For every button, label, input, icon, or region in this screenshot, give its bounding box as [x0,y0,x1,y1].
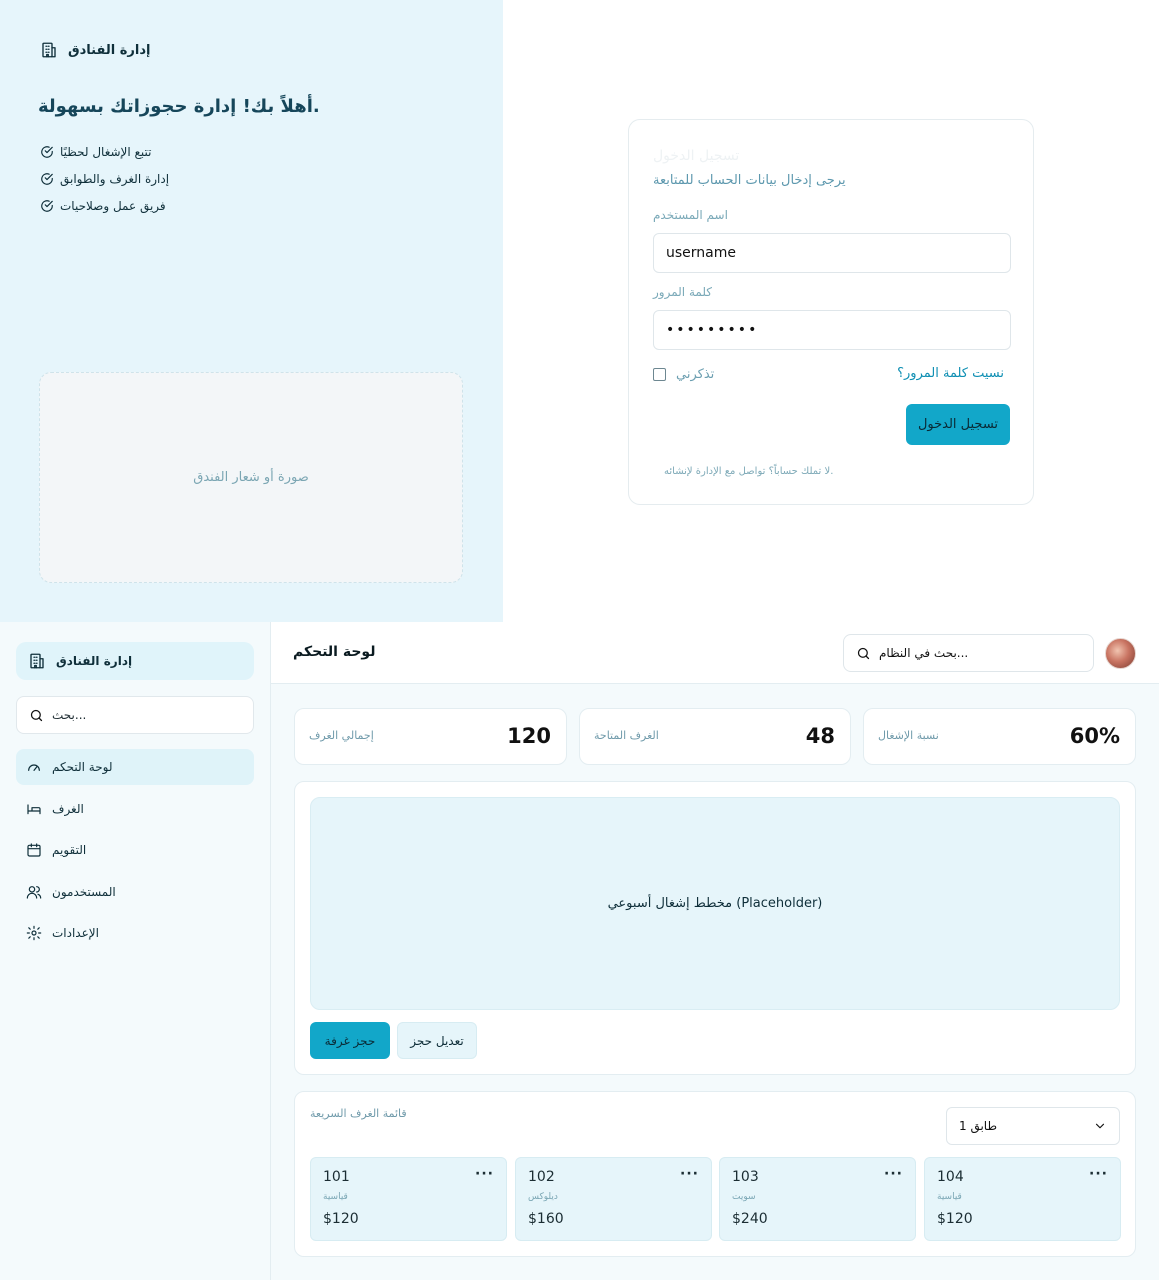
sidebar-item-rooms[interactable]: الغرف [16,791,254,827]
chevron-down-icon [1093,1119,1107,1133]
gauge-icon [26,759,42,775]
stat-card-available-rooms: الغرف المتاحة 48 [579,708,851,765]
room-number: 101 [323,1169,350,1185]
remember-me[interactable]: تذكرني [653,367,714,382]
sidebar-search-input[interactable]: بحث... [16,696,254,734]
username-label: اسم المستخدم [653,208,728,222]
room-type: سويت [732,1192,756,1202]
sidebar-item-settings[interactable]: الإعدادات [16,915,254,951]
remember-label: تذكرني [676,367,715,382]
feature-label: تتبع الإشغال لحظيًا [60,144,152,159]
users-icon [26,884,42,900]
login-brand-title: إدارة الفنادق [68,42,151,58]
stat-value: 120 [507,724,551,748]
room-card[interactable]: 104 ··· قياسية $120 [924,1157,1121,1241]
sidebar-search-placeholder: بحث... [52,708,87,722]
room-card[interactable]: 103 ··· سويت $240 [719,1157,916,1241]
room-number: 104 [937,1169,964,1185]
stat-label: إجمالي الغرف [309,729,374,742]
sidebar: إدارة الفنادق بحث... لوحة التحكم الغرف ا… [0,622,271,1280]
floor-select-value: طابق 1 [959,1119,998,1133]
login-brand: إدارة الفنادق [40,40,150,60]
sidebar-item-label: الغرف [52,801,84,816]
room-card[interactable]: 101 ··· قياسية $120 [310,1157,507,1241]
stat-value: 60% [1069,724,1120,748]
sidebar-brand-title: إدارة الفنادق [56,654,133,668]
quick-rooms-title: قائمة الغرف السريعة [310,1107,407,1120]
feature-label: إدارة الغرف والطوابق [60,171,170,186]
building-icon [28,652,46,670]
occupancy-chart-placeholder: مخطط إشغال أسبوعي (Placeholder) [310,797,1120,1010]
gear-icon [26,925,42,941]
sidebar-item-calendar[interactable]: التقويم [16,832,254,868]
global-search-input[interactable]: بحث في النظام... [843,634,1094,672]
sidebar-nav: لوحة التحكم الغرف التقويم المستخدمون الإ… [16,749,254,957]
login-hero-panel: إدارة الفنادق أهلاً بك! إدارة حجوزاتك بس… [0,0,503,622]
room-type: ديلوكس [528,1192,558,1202]
room-number: 102 [528,1169,555,1185]
check-circle-icon [40,145,54,159]
feature-item: تتبع الإشغال لحظيًا [40,138,169,165]
bed-icon [26,801,42,817]
stat-label: نسبة الإشغال [878,729,939,742]
room-price: $160 [528,1211,564,1227]
forgot-password-link[interactable]: نسيت كلمة المرور؟ [897,366,1004,381]
check-circle-icon [40,172,54,186]
room-price: $240 [732,1211,768,1227]
calendar-icon [26,842,42,858]
page-title: لوحة التحكم [293,644,376,660]
stat-card-total-rooms: إجمالي الغرف 120 [294,708,567,765]
remember-checkbox[interactable] [653,368,666,381]
book-room-button[interactable]: حجز غرفة [310,1022,390,1059]
password-label: كلمة المرور [653,285,713,299]
username-input[interactable] [653,233,1011,273]
edit-booking-button[interactable]: تعديل حجز [397,1022,477,1059]
search-icon [856,646,871,661]
sidebar-item-dashboard[interactable]: لوحة التحكم [16,749,254,785]
dashboard-main: لوحة التحكم بحث في النظام... إجمالي الغر… [271,622,1159,1280]
occupancy-chart-card: مخطط إشغال أسبوعي (Placeholder) حجز غرفة… [294,781,1136,1075]
more-options-icon[interactable]: ··· [884,1166,903,1182]
room-price: $120 [937,1211,973,1227]
room-type: قياسية [323,1192,348,1202]
login-button[interactable]: تسجيل الدخول [906,404,1010,445]
quick-rooms-card: قائمة الغرف السريعة طابق 1 101 ··· قياسي… [294,1091,1136,1257]
login-card: تسجيل الدخول يرجى إدخال بيانات الحساب لل… [628,119,1034,505]
stat-card-occupancy: نسبة الإشغال 60% [863,708,1136,765]
room-number: 103 [732,1169,759,1185]
sidebar-item-label: التقويم [52,843,87,857]
welcome-heading: أهلاً بك! إدارة حجوزاتك بسهولة. [38,96,320,117]
app-root: إدارة الفنادق أهلاً بك! إدارة حجوزاتك بس… [0,0,1159,1280]
room-card[interactable]: 102 ··· ديلوكس $160 [515,1157,712,1241]
stat-label: الغرف المتاحة [594,729,659,742]
more-options-icon[interactable]: ··· [680,1166,699,1182]
sidebar-item-label: المستخدمون [52,884,116,899]
sidebar-item-label: الإعدادات [52,926,99,940]
avatar[interactable] [1105,638,1136,669]
building-icon [40,41,58,59]
feature-item: فريق عمل وصلاحيات [40,192,169,219]
top-bar: لوحة التحكم بحث في النظام... [271,622,1159,684]
stat-value: 48 [805,724,835,748]
sidebar-item-users[interactable]: المستخدمون [16,874,254,910]
floor-select[interactable]: طابق 1 [946,1107,1120,1145]
sidebar-item-label: لوحة التحكم [52,760,113,774]
more-options-icon[interactable]: ··· [475,1166,494,1182]
check-circle-icon [40,199,54,213]
feature-list: تتبع الإشغال لحظيًا إدارة الغرف والطوابق… [40,138,169,219]
password-input[interactable] [653,310,1011,350]
feature-item: إدارة الغرف والطوابق [40,165,169,192]
room-price: $120 [323,1211,359,1227]
more-options-icon[interactable]: ··· [1089,1166,1108,1182]
login-footer-note: لا تملك حساباً؟ تواصل مع الإدارة لإنشائه… [664,466,834,477]
room-type: قياسية [937,1192,962,1202]
feature-label: فريق عمل وصلاحيات [60,198,166,213]
login-card-title: تسجيل الدخول [653,148,740,164]
login-card-subtitle: يرجى إدخال بيانات الحساب للمتابعة [653,173,846,188]
hotel-image-placeholder: صورة أو شعار الفندق [39,372,463,583]
search-icon [29,708,44,723]
sidebar-brand[interactable]: إدارة الفنادق [16,642,254,680]
global-search-placeholder: بحث في النظام... [879,646,969,660]
